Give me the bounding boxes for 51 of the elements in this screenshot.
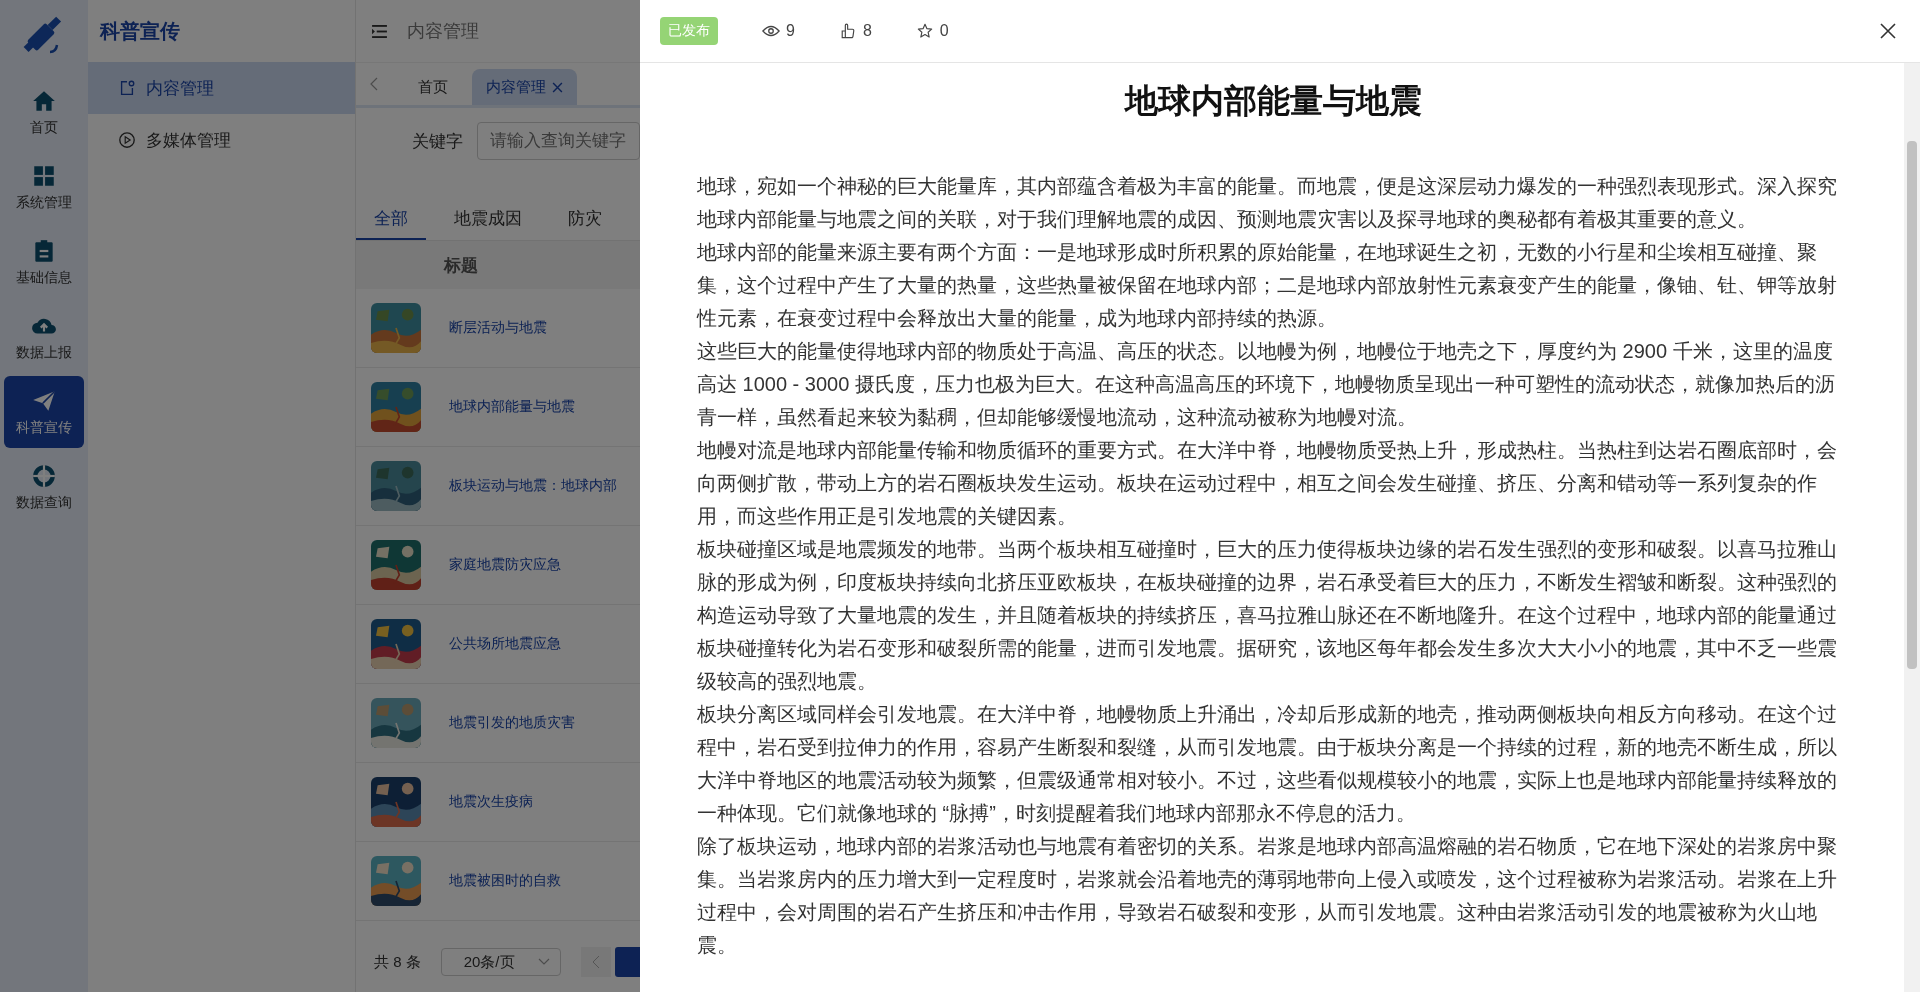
breadcrumb: 内容管理: [407, 20, 479, 43]
article-link[interactable]: 板块运动与地震：地球内部: [449, 477, 617, 495]
menu-icon[interactable]: [372, 24, 387, 38]
status-badge: 已发布: [660, 17, 718, 45]
target-icon: [31, 462, 57, 489]
chevron-left-icon[interactable]: [370, 77, 378, 91]
search-field[interactable]: 请输入查询关键字: [477, 122, 640, 160]
article-link[interactable]: 地震被困时的自救: [449, 872, 561, 890]
paragraph: 地球内部的能量来源主要有两个方面：一是地球形成时所积累的原始能量，在地球诞生之初，无数的小行星和尘埃相互碰撞、聚集，这个过程中产生了大量的热量，这些热量被保留在地球内部；二是地球内部放射性元素衰变产生的能量，像铀、钍、钾等放射性元素，在衰变过程中会释放出大量的能量，成为地球内部持续的热源。: [697, 240, 1838, 331]
paragraph: 除了板块运动，地球内部的岩浆活动也与地震有着密切的关系。岩浆是地球内部高温熔融的岩石物质，它在地下深处的岩浆房中聚集。当岩浆房内的压力增大到一定程度时，岩浆就会沿着地壳的薄弱地带向上侵入或喷发，这个过程被称为岩浆活动。岩浆在上升过程中，会对周围的岩石产生挤压和冲击作用，导致岩石破裂和变形，从而引发地震。这种由岩浆活动引发的地震被称为火山地震。: [697, 834, 1838, 958]
article-link[interactable]: 家庭地震防灾应急: [449, 556, 561, 574]
document-icon: [118, 79, 136, 97]
column-header: 标题: [444, 254, 478, 277]
paragraph: 板块分离区域同样会引发地震。在大洋中脊，地幔物质上升涌出，冷却后形成新的地壳，推动两侧板块向相反方向移动。在这个过程中，岩石受到拉伸力的作用，容易产生断裂和裂缝，从而引发地震。由于板块分离是一个持续的过程，新的地壳不断生成，所以大洋中脊地区的地震活动较为频繁，但震级通常相对较小。不过，这些看似规模较小的地震，实际上也是地球内部能量持续释放的一种体现。它们就像地球的 “脉搏”，时刻提醒着我们地球内部那永不停息的活力。: [697, 702, 1838, 826]
close-icon[interactable]: [1880, 23, 1896, 39]
menu-item[interactable]: 多媒体管理: [88, 114, 355, 166]
page-size-select[interactable]: 20条/页: [440, 948, 561, 976]
menu-item[interactable]: 内容管理: [88, 62, 355, 114]
article-title: 地球内部能量与地震: [1123, 81, 1423, 121]
page-tab[interactable]: 首页: [404, 69, 462, 105]
rail-item[interactable]: 数据查询: [4, 451, 84, 523]
menu-title: 科普宣传: [98, 18, 181, 44]
field-label: 关键字: [412, 130, 463, 153]
favorite-count: 0: [939, 22, 949, 40]
paragraph: 板块碰撞区域是地震频发的地带。当两个板块相互碰撞时，巨大的压力使得板块边缘的岩石发生强烈的变形和破裂。以喜马拉雅山脉的形成为例，印度板块持续向北挤压亚欧板块，在板块碰撞的边界，岩石承受着巨大的压力，不断发生褶皱和断裂。这种强烈的构造运动导致了大量地震的发生，并且随着板块的持续挤压，喜马拉雅山脉还在不断地隆升。在这个过程中，地球内部的能量通过板块碰撞转化为岩石变形和破裂所需的能量，进而引发地震。据研究，该地区每年都会发生多次大大小小的地震，其中不乏一些震级较高的强烈地震。: [697, 537, 1838, 694]
view-count: 9: [786, 22, 795, 40]
eye-icon: [762, 23, 780, 39]
total-count: 共 8 条: [374, 952, 421, 972]
page-tab[interactable]: 内容管理: [472, 69, 577, 105]
rail-item[interactable]: 数据上报: [4, 301, 84, 373]
paragraph: 地球，宛如一个神秘的巨大能量库，其内部蕴含着极为丰富的能量。而地震，便是这深层动力爆发的一种强烈表现形式。深入探究地球内部能量与地震之间的关联，对于我们理解地震的成因、预测地震灾害以及探寻地球的奥秘都有着极其重要的意义。: [697, 174, 1838, 232]
rail-item[interactable]: 基础信息: [4, 226, 84, 298]
chevron-left-icon: [591, 955, 600, 969]
chevron-down-icon: [537, 958, 550, 966]
category-tab[interactable]: 防灾: [550, 198, 602, 238]
like-count: 8: [862, 22, 872, 40]
play-icon: [118, 131, 136, 149]
page-button[interactable]: [614, 947, 640, 977]
article-link[interactable]: 地震次生疫病: [449, 793, 533, 811]
article-link[interactable]: 公共场所地震应急: [449, 635, 561, 653]
rail-item[interactable]: 科普宣传: [4, 376, 84, 448]
article-link[interactable]: 地球内部能量与地震: [449, 398, 575, 416]
rail-item[interactable]: 首页: [4, 76, 84, 148]
article-link[interactable]: 地震引发的地质灾害: [449, 714, 575, 732]
rail-item[interactable]: 系统管理: [4, 151, 84, 223]
category-tab[interactable]: 地震成因: [436, 198, 540, 238]
paragraph: 地幔对流是地球内部能量传输和物质循环的重要方式。在大洋中脊，地幔物质受热上升，形成热柱。当热柱到达岩石圈底部时，会向两侧扩散，带动上方的岩石圈板块发生运动。板块在运动过程中，相互之间会发生碰撞、挤压、分离和错动等一系列复杂的作用，而这些作用正是引发地震的关键因素。: [697, 438, 1838, 529]
star-icon: [915, 23, 934, 39]
scrollbar[interactable]: [1904, 63, 1920, 992]
article-link[interactable]: 断层活动与地震: [449, 319, 547, 337]
paragraph: 这些巨大的能量使得地球内部的物质处于高温、高压的状态。以地幔为例，地幔位于地壳之下，厚度约为 2900 千米，这里的温度高达 1000 - 3000 摄氏度，压力也极为巨大。在这种高温高压的环境下，地幔物质呈现出一种可塑性的流动状态，就像加热后的沥青一样，虽然看起来较为黏稠，但却能够缓慢地流动，这种流动被称为地幔对流。: [697, 339, 1836, 430]
